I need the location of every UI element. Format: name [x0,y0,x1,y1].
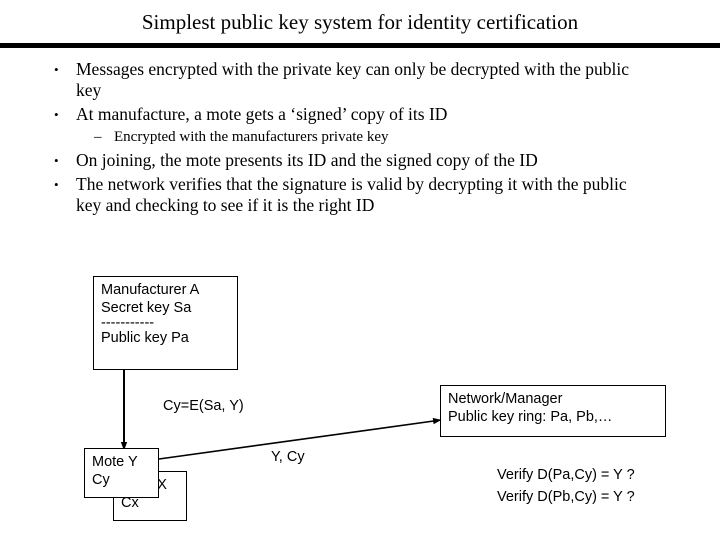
arrow-mote-y-to-network [158,417,442,460]
mote-y-name: Mote Y [92,454,138,470]
mote-y-certificate: Cy [92,472,110,488]
mote-y-node: Mote Y Cy [84,448,159,498]
key-distribution-diagram: Manufacturer A Secret key Sa -----------… [0,0,720,540]
slide-canvas: Simplest public key system for identity … [0,0,720,540]
